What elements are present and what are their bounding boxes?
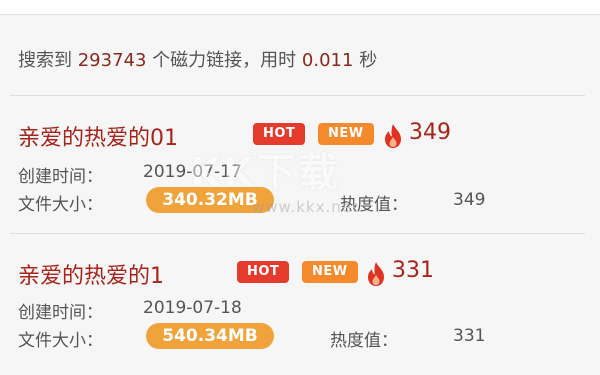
summary-middle: 个磁力链接，用时 — [152, 50, 297, 71]
flame-icon — [385, 124, 401, 148]
created-date: 2019-07-17 — [143, 162, 242, 182]
heat-value-top: 331 — [392, 258, 434, 283]
result-title[interactable]: 亲爱的热爱的01 — [18, 120, 178, 152]
created-date: 2019-07-18 — [143, 298, 242, 318]
result-item[interactable]: 亲爱的热爱的01 HOT NEW 349 创建时间： 2019-07-17 文件… — [0, 120, 600, 220]
result-count: 293743 — [77, 50, 147, 71]
size-label: 文件大小： — [18, 331, 103, 351]
heat-label: 热度值： — [330, 331, 398, 351]
search-summary: 搜索到 293743 个磁力链接，用时 0.011 秒 — [18, 46, 377, 72]
created-label: 创建时间： — [18, 167, 103, 187]
summary-suffix: 秒 — [359, 50, 378, 71]
created-label: 创建时间： — [18, 303, 103, 323]
result-item[interactable]: 亲爱的热爱的1 HOT NEW 331 创建时间： 2019-07-18 文件大… — [0, 258, 600, 358]
file-size-badge: 540.34MB — [146, 323, 274, 349]
flame-icon — [368, 262, 384, 286]
hot-badge: HOT — [253, 123, 306, 145]
new-badge: NEW — [302, 261, 358, 283]
hot-badge: HOT — [237, 261, 290, 283]
search-time: 0.011 — [301, 50, 354, 71]
file-size-badge: 340.32MB — [146, 187, 274, 213]
heat-value: 349 — [453, 190, 486, 210]
size-label: 文件大小： — [18, 195, 103, 215]
result-title[interactable]: 亲爱的热爱的1 — [18, 258, 164, 290]
heat-label: 热度值： — [340, 195, 408, 215]
divider — [10, 95, 585, 96]
summary-prefix: 搜索到 — [18, 50, 72, 71]
heat-value: 331 — [453, 326, 486, 346]
new-badge: NEW — [318, 123, 374, 145]
heat-value-top: 349 — [409, 120, 451, 145]
divider — [10, 233, 585, 234]
top-bar — [0, 0, 600, 15]
